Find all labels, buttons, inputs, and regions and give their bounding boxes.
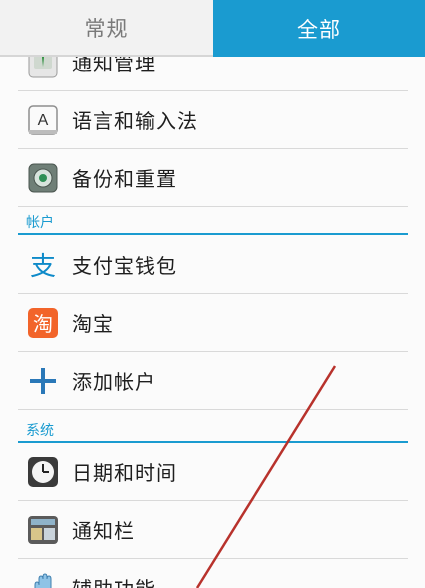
list-item-label: 支付宝钱包 <box>72 254 177 278</box>
plus-icon <box>24 362 62 400</box>
alipay-icon: 支 <box>24 246 62 284</box>
list-item-notification-management[interactable]: 通知管理 <box>18 57 408 91</box>
svg-text:支: 支 <box>30 252 56 282</box>
list-item-label: 通知管理 <box>72 57 156 75</box>
list-item-alipay[interactable]: 支 支付宝钱包 <box>18 236 408 294</box>
section-header-accounts: 帐户 <box>18 211 408 235</box>
list-item-label: 日期和时间 <box>72 461 177 485</box>
list-item-label: 辅助功能 <box>72 573 156 588</box>
taobao-icon: 淘 <box>24 304 62 342</box>
list-item-label: 通知栏 <box>72 519 135 543</box>
list-item-label: 语言和输入法 <box>72 109 198 133</box>
list-item-label: 添加帐户 <box>72 370 156 394</box>
list-item-taobao[interactable]: 淘 淘宝 <box>18 294 408 352</box>
list-item-add-account[interactable]: 添加帐户 <box>18 352 408 410</box>
list-item-accessibility[interactable]: 辅助功能 <box>18 559 408 588</box>
notification-bar-icon <box>24 511 62 549</box>
section-title: 系统 <box>26 423 54 439</box>
list-item-label: 淘宝 <box>72 312 114 336</box>
list-item-notification-bar[interactable]: 通知栏 <box>18 501 408 559</box>
section-title: 帐户 <box>26 215 54 231</box>
clock-icon <box>24 453 62 491</box>
svg-text:淘: 淘 <box>33 312 53 336</box>
list-item-label: 备份和重置 <box>72 167 177 191</box>
tab-all[interactable]: 全部 <box>213 0 425 57</box>
tab-general[interactable]: 常规 <box>0 0 213 57</box>
section-header-system: 系统 <box>18 419 408 443</box>
svg-text:A: A <box>38 112 49 129</box>
settings-tabs: 常规 全部 <box>0 0 425 57</box>
backup-safe-icon <box>24 159 62 197</box>
notification-management-icon <box>24 57 62 81</box>
list-item-language-input[interactable]: A 语言和输入法 <box>18 91 408 149</box>
keyboard-key-icon: A <box>24 101 62 139</box>
hand-icon <box>24 569 62 588</box>
list-item-date-time[interactable]: 日期和时间 <box>18 443 408 501</box>
list-item-backup-reset[interactable]: 备份和重置 <box>18 149 408 207</box>
settings-list[interactable]: 通知管理 A 语言和输入法 备份和重置 帐户 支 支付宝钱包 淘 淘宝 添加帐户… <box>0 57 425 588</box>
